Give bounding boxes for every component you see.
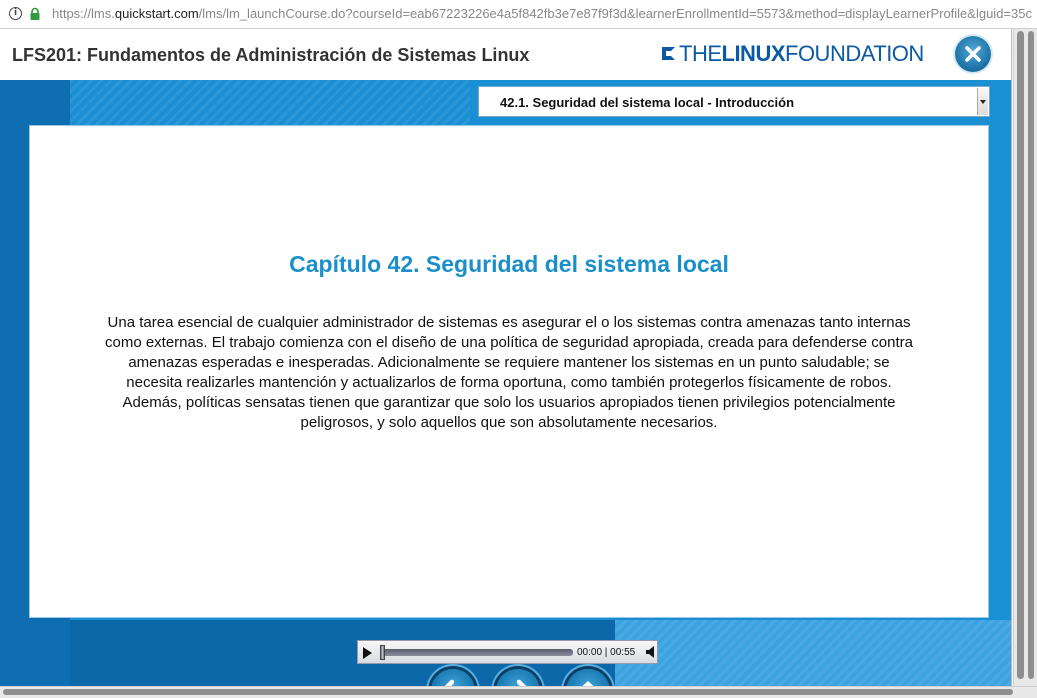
audio-player: 00:00 | 00:55: [357, 640, 658, 664]
course-title: LFS201: Fundamentos de Administración de…: [12, 45, 530, 65]
play-button[interactable]: [363, 647, 372, 659]
back-arrow-icon: [444, 679, 455, 686]
course-stage: 42.1. Seguridad del sistema local - Intr…: [0, 80, 1011, 686]
site-info-icon[interactable]: i: [9, 7, 22, 20]
horizontal-scrollbar-thumb[interactable]: [3, 689, 1013, 695]
logo-the: THE: [679, 41, 722, 66]
browser-address-bar[interactable]: i https://lms.quickstart.com/lms/lm_laun…: [0, 0, 1037, 29]
course-player-window: LFS201: Fundamentos de Administración de…: [0, 29, 1012, 686]
close-course-button[interactable]: [955, 36, 991, 72]
logo-linux: LINUX: [721, 41, 786, 66]
course-header: LFS201: Fundamentos de Administración de…: [0, 29, 1011, 80]
stage-stripe-bottom: [615, 620, 1011, 686]
outer-vertical-scrollbar-thumb[interactable]: [1028, 31, 1034, 679]
logo-bracket-icon: [662, 47, 675, 60]
vertical-scrollbar[interactable]: [1013, 29, 1037, 686]
audio-seek-bar[interactable]: [381, 649, 573, 656]
linux-foundation-logo: THELINUXFOUNDATION: [662, 41, 924, 66]
secure-lock-icon: [30, 7, 40, 20]
audio-time-readout: 00:00 | 00:55: [577, 647, 636, 658]
chapter-body-text: Una tarea esencial de cualquier administ…: [104, 314, 913, 431]
vertical-scrollbar-thumb[interactable]: [1017, 31, 1024, 679]
url-text[interactable]: https://lms.quickstart.com/lms/lm_launch…: [52, 6, 1032, 21]
forward-arrow-icon: [516, 679, 527, 686]
url-prefix: https://lms.: [52, 6, 115, 21]
horizontal-scrollbar[interactable]: [0, 686, 1037, 698]
volume-icon[interactable]: [646, 646, 655, 658]
audio-seek-handle[interactable]: [380, 645, 385, 660]
url-path: /lms/lm_launchCourse.do?courseId=eab6722…: [198, 6, 1032, 21]
url-domain: quickstart.com: [114, 6, 199, 21]
home-icon: [582, 681, 594, 686]
dropdown-arrow-icon[interactable]: [977, 88, 988, 115]
logo-foundation: FOUNDATION: [785, 41, 924, 66]
stage-stripe-top: [70, 80, 470, 125]
chapter-select-value: 42.1. Seguridad del sistema local - Intr…: [500, 95, 795, 110]
chapter-section-dropdown[interactable]: 42.1. Seguridad del sistema local - Intr…: [478, 86, 990, 117]
close-icon: [965, 46, 981, 62]
chapter-heading: Capítulo 42. Seguridad del sistema local: [289, 251, 729, 277]
lesson-content-panel: Capítulo 42. Seguridad del sistema local…: [29, 125, 989, 618]
